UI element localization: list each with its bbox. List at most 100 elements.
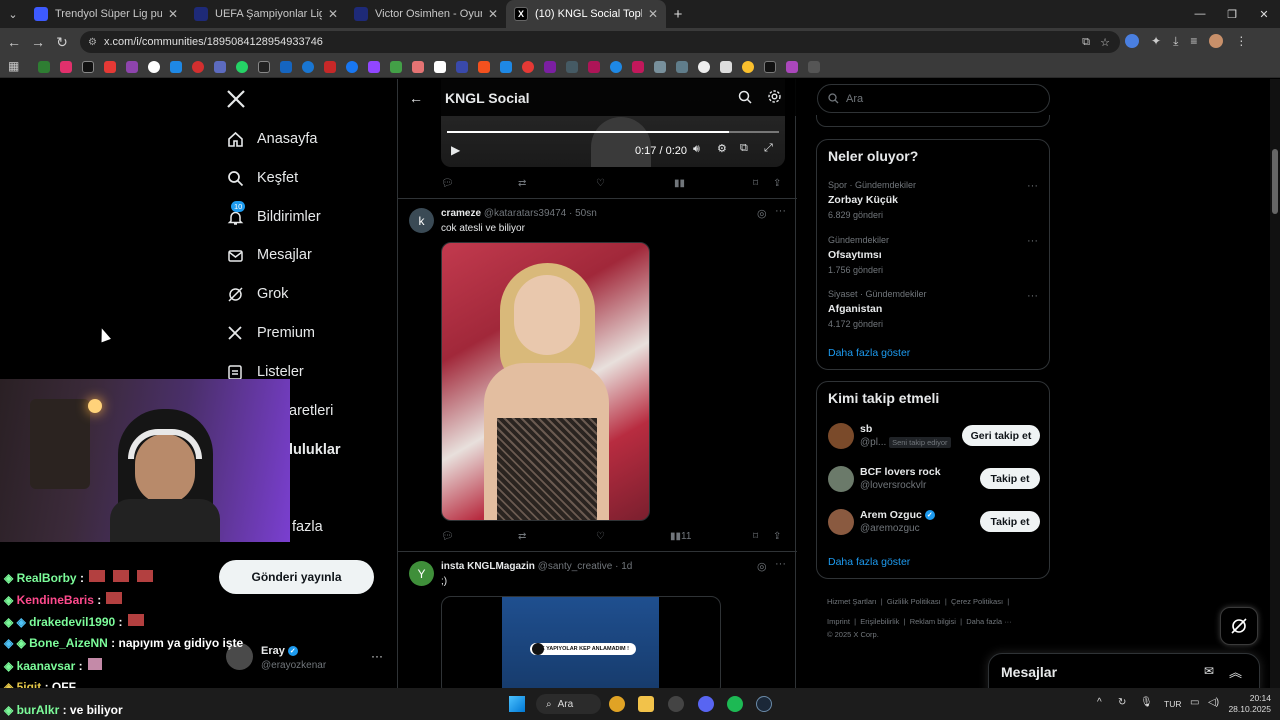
bookmark-icon[interactable] <box>654 61 666 73</box>
bookmark-icon[interactable] <box>192 61 204 73</box>
follow-suggestion[interactable]: sb @pl... Seni takip ediyor Geri takip e… <box>828 422 1040 452</box>
back-arrow-icon[interactable]: ← <box>409 90 423 106</box>
more-dots-icon[interactable]: ··· <box>775 205 786 217</box>
retweet-icon[interactable]: ⇄ <box>518 178 526 189</box>
new-tab-icon[interactable]: + <box>666 6 690 23</box>
bookmark-icon[interactable] <box>236 61 248 73</box>
bookmark-icon[interactable] <box>280 61 292 73</box>
scrollbar[interactable] <box>1270 79 1280 688</box>
bookmark-icon[interactable] <box>588 61 600 73</box>
views-icon[interactable]: ▮▮ <box>674 178 685 189</box>
back-icon[interactable]: ← <box>2 34 26 50</box>
bookmark-icon[interactable] <box>346 61 358 73</box>
footer-link[interactable]: Erişilebilirlik <box>860 617 899 626</box>
settings-icon[interactable]: ⚙ <box>717 142 727 155</box>
bookmark-icon[interactable] <box>82 61 94 73</box>
views-icon[interactable]: ▮▮ 11 <box>670 531 691 542</box>
restore-icon[interactable]: ❐ <box>1216 8 1248 21</box>
sidebar-item-premium[interactable]: Premium <box>226 318 315 348</box>
clock[interactable]: 20:14 28.10.2025 <box>1225 693 1271 715</box>
volume-icon[interactable]: 🔊︎ <box>693 143 700 156</box>
window-close-icon[interactable]: ✕ <box>1248 8 1280 21</box>
tab-search-icon[interactable]: ⌄ <box>0 8 26 21</box>
bookmark-icon[interactable] <box>764 61 776 73</box>
chrome-icon[interactable] <box>609 696 625 712</box>
install-icon[interactable]: ⧉ <box>1082 36 1090 49</box>
follow-button[interactable]: Takip et <box>980 468 1040 489</box>
new-message-icon[interactable]: ✉ <box>1204 664 1214 678</box>
close-icon[interactable]: ✕ <box>648 7 658 21</box>
close-icon[interactable]: ✕ <box>488 7 498 21</box>
discord-icon[interactable] <box>698 696 714 712</box>
chevron-up-icon[interactable]: ︽ <box>1229 662 1242 681</box>
browser-tab[interactable]: Trendyol Süper Lig puan tablosu ✕ <box>26 0 186 28</box>
grok-float-button[interactable] <box>1220 607 1258 645</box>
sync-icon[interactable]: ↻ <box>1118 697 1126 708</box>
browser-tab[interactable]: UEFA Şampiyonlar Ligi - Gol Kr ✕ <box>186 0 346 28</box>
bookmark-icon[interactable] <box>478 61 490 73</box>
scrollbar-thumb[interactable] <box>1272 149 1278 214</box>
more-dots-icon[interactable]: ··· <box>371 649 383 663</box>
menu-icon[interactable]: ⋮ <box>1235 34 1247 49</box>
gear-icon[interactable] <box>767 89 782 109</box>
steam-icon[interactable] <box>756 696 772 712</box>
close-icon[interactable]: ✕ <box>328 7 338 21</box>
minimize-icon[interactable]: — <box>1184 8 1216 20</box>
url-bar[interactable]: ⚙ x.com/i/communities/189508412895493374… <box>80 31 1120 53</box>
bookmark-icon[interactable]: ⌑ <box>753 531 758 542</box>
bookmark-icon[interactable] <box>214 61 226 73</box>
extensions-icon[interactable]: ✦ <box>1151 34 1161 49</box>
search-icon[interactable] <box>738 90 752 109</box>
volume-icon[interactable]: ◁) <box>1208 697 1219 708</box>
sidebar-item-home[interactable]: Anasayfa <box>226 124 317 154</box>
bookmark-icon[interactable] <box>126 61 138 73</box>
spotify-icon[interactable] <box>727 696 743 712</box>
tweet[interactable]: k crameze @kataratars39474 · 50sn ◎ ··· … <box>398 198 797 551</box>
follow-suggestion[interactable]: Arem Ozguc ✓ @aremozguc Takip et <box>828 508 1040 538</box>
bookmark-icon[interactable] <box>698 61 710 73</box>
trend-item[interactable]: Siyaset · Gündemdekiler Afganistan 4.172 g… <box>828 289 927 329</box>
sidebar-item-explore[interactable]: Keşfet <box>226 163 298 193</box>
follow-back-button[interactable]: Geri takip et <box>962 425 1040 446</box>
trend-item[interactable]: Spor · Gündemdekiler Zorbay Küçük 6.829 gö… <box>828 180 916 220</box>
taskbar-search[interactable]: ⌕ Ara <box>536 694 601 714</box>
x-logo-icon[interactable] <box>226 89 246 109</box>
follow-button[interactable]: Takip et <box>980 511 1040 532</box>
post-button[interactable]: Gönderi yayınla <box>219 560 374 594</box>
messages-drawer[interactable]: Mesajlar ✉ ︽ <box>988 653 1260 688</box>
bookmark-icon[interactable] <box>148 61 160 73</box>
bookmark-icon[interactable] <box>38 61 50 73</box>
like-icon[interactable]: ♡ <box>596 531 605 542</box>
footer-link[interactable]: Imprint <box>827 617 850 626</box>
tweet-handle[interactable]: @santy_creative <box>538 561 613 572</box>
footer-link[interactable]: Gizlilik Politikası <box>887 597 941 606</box>
more-dots-icon[interactable]: ··· <box>1027 290 1038 302</box>
apps-icon[interactable]: ▦ <box>8 59 19 73</box>
play-icon[interactable]: ▶ <box>451 143 460 157</box>
video-progress-track[interactable] <box>447 131 779 133</box>
bookmark-icon[interactable] <box>412 61 424 73</box>
bookmark-icon[interactable] <box>808 61 820 73</box>
folder-icon[interactable] <box>638 696 654 712</box>
app-icon[interactable] <box>668 696 684 712</box>
pip-icon[interactable]: ⧉ <box>740 142 748 155</box>
bookmark-icon[interactable] <box>170 61 182 73</box>
bookmark-icon[interactable] <box>302 61 314 73</box>
share-icon[interactable]: ⇪ <box>773 531 781 542</box>
more-dots-icon[interactable]: ··· <box>1027 235 1038 247</box>
more-dots-icon[interactable]: ··· <box>775 558 786 570</box>
sidebar-item-messages[interactable]: Mesajlar <box>226 240 312 270</box>
bookmark-icon[interactable] <box>786 61 798 73</box>
footer-link[interactable]: Daha fazla ··· <box>966 617 1011 626</box>
bookmark-icon[interactable] <box>104 61 116 73</box>
bookmark-icon[interactable] <box>720 61 732 73</box>
bookmark-icon[interactable] <box>610 61 622 73</box>
account-switcher[interactable]: Eray ✓ @erayozkenar ··· <box>226 641 386 675</box>
bookmark-icon[interactable] <box>60 61 72 73</box>
language-indicator[interactable]: TUR <box>1164 699 1181 709</box>
close-icon[interactable]: ✕ <box>168 7 178 21</box>
bookmark-icon[interactable] <box>324 61 336 73</box>
follow-suggestion[interactable]: BCF lovers rock @loversrockvlr Takip et <box>828 465 1040 495</box>
bookmark-icon[interactable] <box>368 61 380 73</box>
tweet-image[interactable]: NE YAPIYOLAR KEP ANLAMADIM ! <box>441 596 721 688</box>
